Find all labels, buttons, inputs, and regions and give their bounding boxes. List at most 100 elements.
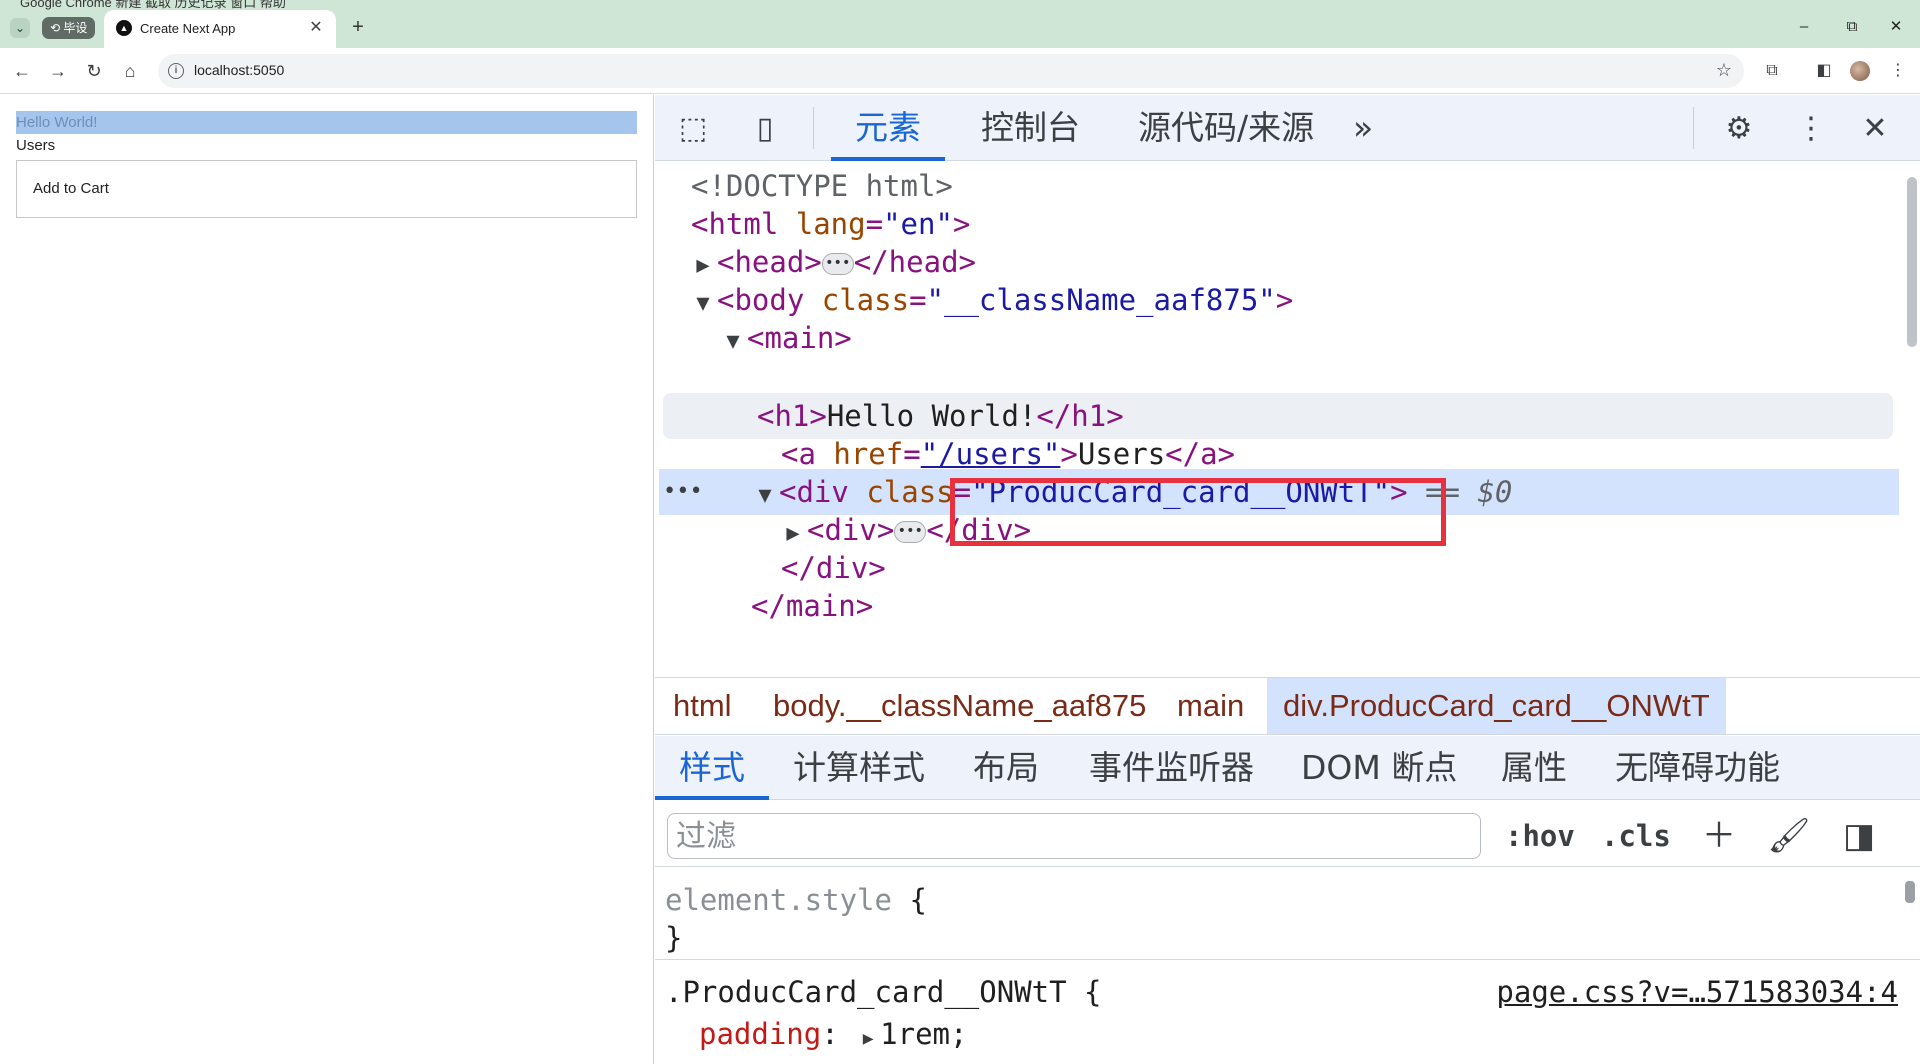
tab-console[interactable]: 控制台 [981,95,1080,161]
new-tab-button[interactable]: + [346,16,370,40]
toggle-sidebar-icon[interactable]: ◨ [1837,813,1881,859]
address-bar[interactable]: i localhost:5050 ☆ [158,54,1744,88]
expand-shorthand-triangle-icon[interactable]: ▶ [856,1018,880,1060]
tag-text: </head> [853,245,976,279]
tab-title: Create Next App [140,21,236,36]
collapse-triangle-icon[interactable]: ▼ [719,319,747,365]
profile-avatar[interactable] [1850,61,1870,81]
element-style-selector-line[interactable]: element.style { [665,879,927,921]
forward-arrow-icon[interactable]: → [46,59,70,83]
tag-text: <body [717,283,822,317]
paint-roller-icon[interactable]: 🖌 [1767,813,1811,859]
property-value: 1rem; [880,1017,968,1051]
attr-name: href [833,437,904,471]
tab-active[interactable]: ▲ Create Next App ✕ [104,10,336,48]
colon: : [821,1017,839,1051]
styles-filter-bar: :hov .cls ＋ 🖌 ◨ [655,801,1920,867]
restore-button[interactable]: ⧉ [1840,16,1864,38]
doctype-text: <!DOCTYPE html> [691,169,953,203]
open-brace: { [1084,975,1102,1009]
add-to-cart-text[interactable]: Add to Cart [33,180,109,197]
product-card: Add to Cart [16,160,637,218]
devtools-toolbar: ⬚ ▯ 元素 控制台 源代码/来源 » ⚙ ⋮ ✕ [655,95,1920,161]
settings-gear-icon[interactable]: ⚙ [1717,107,1761,151]
minimize-button[interactable]: – [1792,16,1816,38]
tab-sources[interactable]: 源代码/来源 [1138,95,1314,161]
tab-search-chevron-icon[interactable]: ⌄ [10,18,30,38]
nextjs-favicon-icon: ▲ [116,20,132,36]
toolbar-divider [1693,107,1694,149]
attr-name: class [866,475,954,509]
inspect-element-icon[interactable]: ⬚ [671,107,715,151]
chrome-menu-icon[interactable]: ⋮ [1886,59,1910,83]
dom-line-main-close[interactable]: </main> [655,583,1895,629]
side-panel-icon[interactable]: ◧ [1812,59,1836,83]
tab-event-listeners[interactable]: 事件监听器 [1089,736,1254,800]
attr-value: "en" [883,207,953,241]
close-window-button[interactable]: ✕ [1884,16,1908,38]
device-toolbar-icon[interactable]: ▯ [743,107,787,151]
styles-filter-input[interactable] [667,813,1481,859]
tag-text: </h1> [1036,399,1124,433]
tag-text: </main> [751,589,874,623]
tag-text: > [1275,283,1294,317]
breadcrumb-main[interactable]: main [1177,678,1244,734]
stylesheet-source-link[interactable]: page.css?v=…571583034:4 [1496,971,1898,1013]
tab-accessibility[interactable]: 无障碍功能 [1615,736,1780,800]
breadcrumb-body[interactable]: body.__className_aaf875 [773,678,1146,734]
tab-computed[interactable]: 计算样式 [793,736,925,800]
back-arrow-icon[interactable]: ← [10,59,34,83]
styles-pane: element.style { } .ProducCard_card__ONWt… [655,867,1920,1064]
padding-declaration[interactable]: padding: ▶ 1rem; [699,1013,967,1055]
dom-tree: <!DOCTYPE html> <html lang="en"> ▶ <head>… [655,161,1920,677]
text-node: Hello World! [826,399,1037,433]
close-devtools-icon[interactable]: ✕ [1853,107,1897,151]
href-link[interactable]: "/users" [921,437,1061,471]
hov-toggle-button[interactable]: :hov [1505,813,1575,859]
dom-line-main[interactable]: ▼ <main> [655,315,1895,361]
tag-text: <a [781,437,834,471]
home-icon[interactable]: ⌂ [118,59,142,83]
collapsed-ellipsis-icon[interactable]: ••• [821,253,854,275]
cls-toggle-button[interactable]: .cls [1601,813,1671,859]
address-url[interactable]: localhost:5050 [194,62,284,78]
tag-text: > [1060,437,1078,471]
breadcrumb-html[interactable]: html [673,678,732,734]
more-options-icon[interactable]: ⋮ [1789,107,1833,151]
new-style-rule-icon[interactable]: ＋ [1697,813,1741,859]
tag-text: </a> [1165,437,1236,471]
scrollbar-thumb[interactable] [1905,881,1915,903]
scrollbar-thumb[interactable] [1907,177,1917,347]
extensions-puzzle-icon[interactable]: ⧉ [1760,59,1784,83]
rule-selector-line[interactable]: .ProducCard_card__ONWtT { [665,971,1102,1013]
screen: Google Chrome 新建 截取 历史记录 窗口 帮助 ⌄ ⟲ 毕设 ▲ … [0,0,1920,1064]
styles-scrollbar[interactable] [1904,867,1916,1064]
tab-styles[interactable]: 样式 [655,736,769,800]
browser-toolbar: ← → ↻ ⌂ i localhost:5050 ☆ ⧉ ◧ ⋮ [0,48,1920,94]
reload-icon[interactable]: ↻ [82,59,106,83]
toolbar-divider [813,107,814,149]
open-brace: { [909,883,927,917]
dom-scrollbar[interactable] [1906,167,1917,677]
rule-selector: .ProducCard_card__ONWtT [665,975,1067,1009]
collapsed-ellipsis-icon[interactable]: ••• [894,521,927,543]
bookmark-star-icon[interactable]: ☆ [1716,60,1732,81]
tag-text: <head> [717,245,822,279]
breadcrumb: html body.__className_aaf875 main div.Pr… [655,677,1920,735]
tab-elements[interactable]: 元素 [831,95,945,161]
tab-layout[interactable]: 布局 [973,736,1039,800]
property-name: padding [699,1017,822,1051]
tab-group-label: 毕设 [63,21,88,35]
tab-group-chip[interactable]: ⟲ 毕设 [42,17,96,39]
more-tabs-chevron-icon[interactable]: » [1353,95,1373,161]
site-info-icon[interactable]: i [168,63,184,79]
users-link[interactable]: Users [16,137,55,154]
breadcrumb-div[interactable]: div.ProducCard_card__ONWtT [1267,678,1726,734]
tab-dom-breakpoints[interactable]: DOM 断点 [1301,736,1457,800]
tab-close-icon[interactable]: ✕ [306,18,326,38]
tag-text: <main> [747,321,852,355]
tab-properties[interactable]: 属性 [1501,736,1567,800]
attr-name: class [821,283,910,317]
element-style-selector: element.style [665,883,892,917]
tag-text: <h1> [757,399,827,433]
